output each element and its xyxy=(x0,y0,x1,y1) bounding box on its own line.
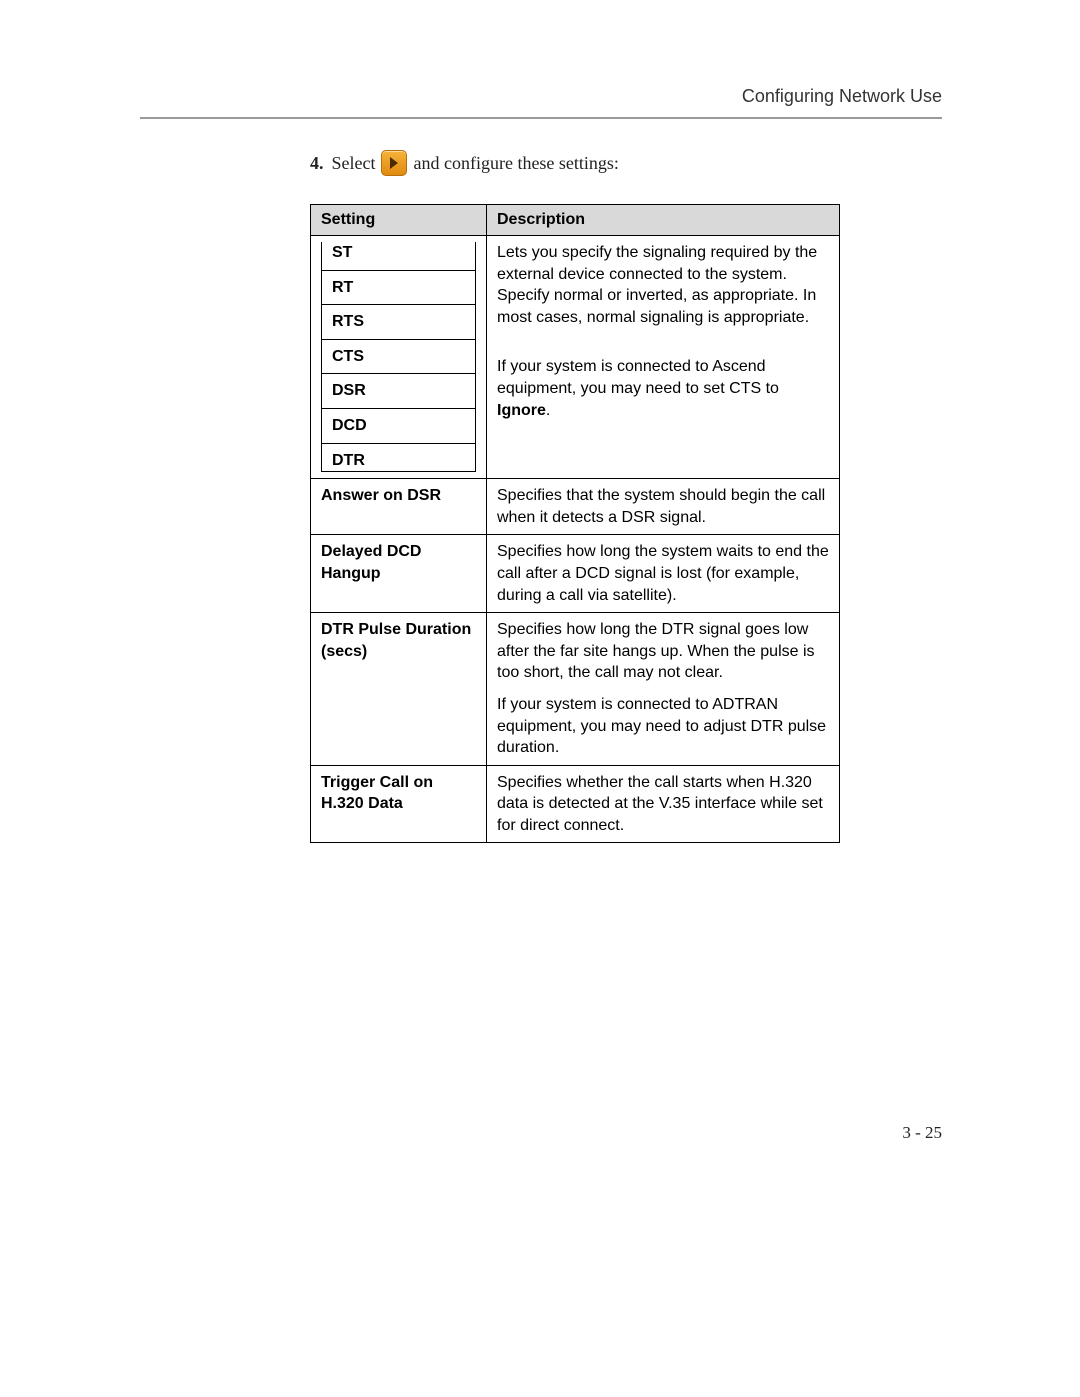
signal-dsr: DSR xyxy=(322,374,476,409)
signal-desc-p2c: . xyxy=(546,402,550,419)
signal-desc-p2: If your system is connected to Ascend eq… xyxy=(497,356,829,421)
step-number: 4. xyxy=(310,153,324,174)
page-number: 3 - 25 xyxy=(902,1123,942,1143)
signal-desc-p2a: If your system is connected to Ascend eq… xyxy=(497,358,779,397)
signal-cts: CTS xyxy=(322,339,476,374)
signal-settings-cell: ST RT RTS CTS DSR DCD DTR xyxy=(311,236,487,479)
step-text-before: Select xyxy=(332,153,376,174)
table-row: Answer on DSR Specifies that the system … xyxy=(311,479,840,535)
signal-st: ST xyxy=(322,242,476,270)
signal-dcd: DCD xyxy=(322,408,476,443)
desc-delayed-dcd: Specifies how long the system waits to e… xyxy=(487,535,840,613)
setting-answer-on-dsr: Answer on DSR xyxy=(311,479,487,535)
setting-trigger-h320: Trigger Call on H.320 Data xyxy=(311,765,487,843)
setting-dtr-pulse: DTR Pulse Duration (secs) xyxy=(311,613,487,766)
col-header-description: Description xyxy=(487,205,840,236)
signal-desc-ignore: Ignore xyxy=(497,402,546,419)
setting-delayed-dcd: Delayed DCD Hangup xyxy=(311,535,487,613)
dtr-pulse-p1: Specifies how long the DTR signal goes l… xyxy=(497,619,829,684)
signal-description-cell: Lets you specify the signaling required … xyxy=(487,236,840,479)
desc-answer-on-dsr: Specifies that the system should begin t… xyxy=(487,479,840,535)
signal-dtr: DTR xyxy=(322,443,476,472)
signal-rts: RTS xyxy=(322,305,476,340)
header-rule xyxy=(140,117,942,119)
table-row: Delayed DCD Hangup Specifies how long th… xyxy=(311,535,840,613)
settings-table: Setting Description ST RT RTS CTS DSR DC… xyxy=(310,204,840,843)
table-header-row: Setting Description xyxy=(311,205,840,236)
signal-desc-p1: Lets you specify the signaling required … xyxy=(497,242,829,328)
desc-dtr-pulse: Specifies how long the DTR signal goes l… xyxy=(487,613,840,766)
page-header: Configuring Network Use xyxy=(140,86,942,119)
signal-list: ST RT RTS CTS DSR DCD DTR xyxy=(321,242,476,472)
running-head: Configuring Network Use xyxy=(140,86,942,107)
signal-rt: RT xyxy=(322,270,476,305)
page-content: 4. Select and configure these settings: … xyxy=(310,150,840,843)
page-container: Configuring Network Use 4. Select and co… xyxy=(0,0,1080,1397)
step-text-after: and configure these settings: xyxy=(413,153,618,174)
table-row: ST RT RTS CTS DSR DCD DTR Lets you speci… xyxy=(311,236,840,479)
step-instruction: 4. Select and configure these settings: xyxy=(310,150,840,176)
play-icon xyxy=(381,150,407,176)
dtr-pulse-p2: If your system is connected to ADTRAN eq… xyxy=(497,694,829,759)
table-row: DTR Pulse Duration (secs) Specifies how … xyxy=(311,613,840,766)
col-header-setting: Setting xyxy=(311,205,487,236)
table-row: Trigger Call on H.320 Data Specifies whe… xyxy=(311,765,840,843)
desc-trigger-h320: Specifies whether the call starts when H… xyxy=(487,765,840,843)
